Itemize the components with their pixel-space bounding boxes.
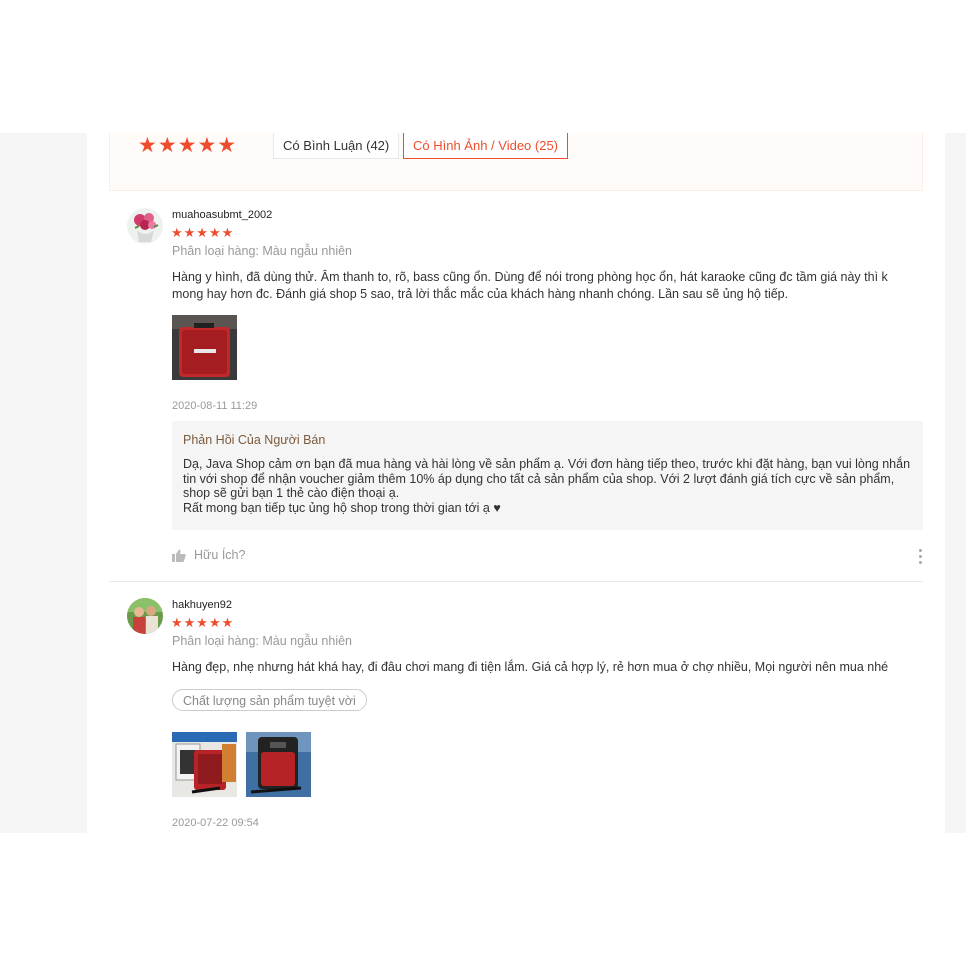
review-timestamp: 2020-08-11 11:29 [172, 400, 258, 412]
thumbs-up-icon [172, 549, 186, 562]
seller-reply-title: Phản Hồi Của Người Bán [183, 433, 326, 447]
review-variation: Phân loại hàng: Màu ngẫu nhiên [172, 634, 353, 648]
screen-area: ★★★★★ Có Bình Luận (42) Có Hình Ảnh / Vi… [0, 133, 966, 833]
review-quality-tag: Chất lượng sản phẩm tuyệt vời [172, 689, 367, 711]
seller-reply-text: Dạ, Java Shop cảm ơn bạn đã mua hàng và … [183, 457, 911, 515]
helpful-label: Hữu Ích? [194, 548, 246, 562]
overall-rating-stars: ★★★★★ [138, 134, 238, 157]
rating-filter-bar: ★★★★★ Có Bình Luận (42) Có Hình Ảnh / Vi… [109, 133, 923, 191]
review-text: Hàng đẹp, nhẹ nhưng hát khá hay, đi đâu … [172, 660, 889, 674]
filter-with-media-button[interactable]: Có Hình Ảnh / Video (25) [403, 133, 569, 159]
seller-reply: Phản Hồi Của Người Bán Dạ, Java Shop cảm… [172, 421, 923, 530]
review-stars: ★★★★★ [171, 615, 235, 630]
avatar[interactable] [127, 208, 163, 244]
reviews-panel: ★★★★★ Có Bình Luận (42) Có Hình Ảnh / Vi… [87, 133, 945, 833]
review-text: Hàng y hình, đã dùng thử. Âm thanh to, r… [172, 270, 888, 301]
helpful-button[interactable]: Hữu Ích? [172, 548, 245, 562]
review-image-thumbnail[interactable] [172, 732, 237, 797]
review-image-thumbnail[interactable] [246, 732, 311, 797]
review-username[interactable]: muahoasubmt_2002 [172, 209, 272, 221]
review-divider [109, 581, 923, 582]
review-variation: Phân loại hàng: Màu ngẫu nhiên [172, 244, 353, 258]
filter-with-comment-button[interactable]: Có Bình Luận (42) [273, 133, 400, 159]
more-options-icon[interactable] [917, 549, 923, 564]
review-username[interactable]: hakhuyen92 [172, 599, 232, 611]
review-stars: ★★★★★ [171, 225, 235, 240]
review-timestamp: 2020-07-22 09:54 [172, 817, 259, 829]
review-image-thumbnail[interactable] [172, 315, 237, 380]
avatar[interactable] [127, 598, 163, 634]
